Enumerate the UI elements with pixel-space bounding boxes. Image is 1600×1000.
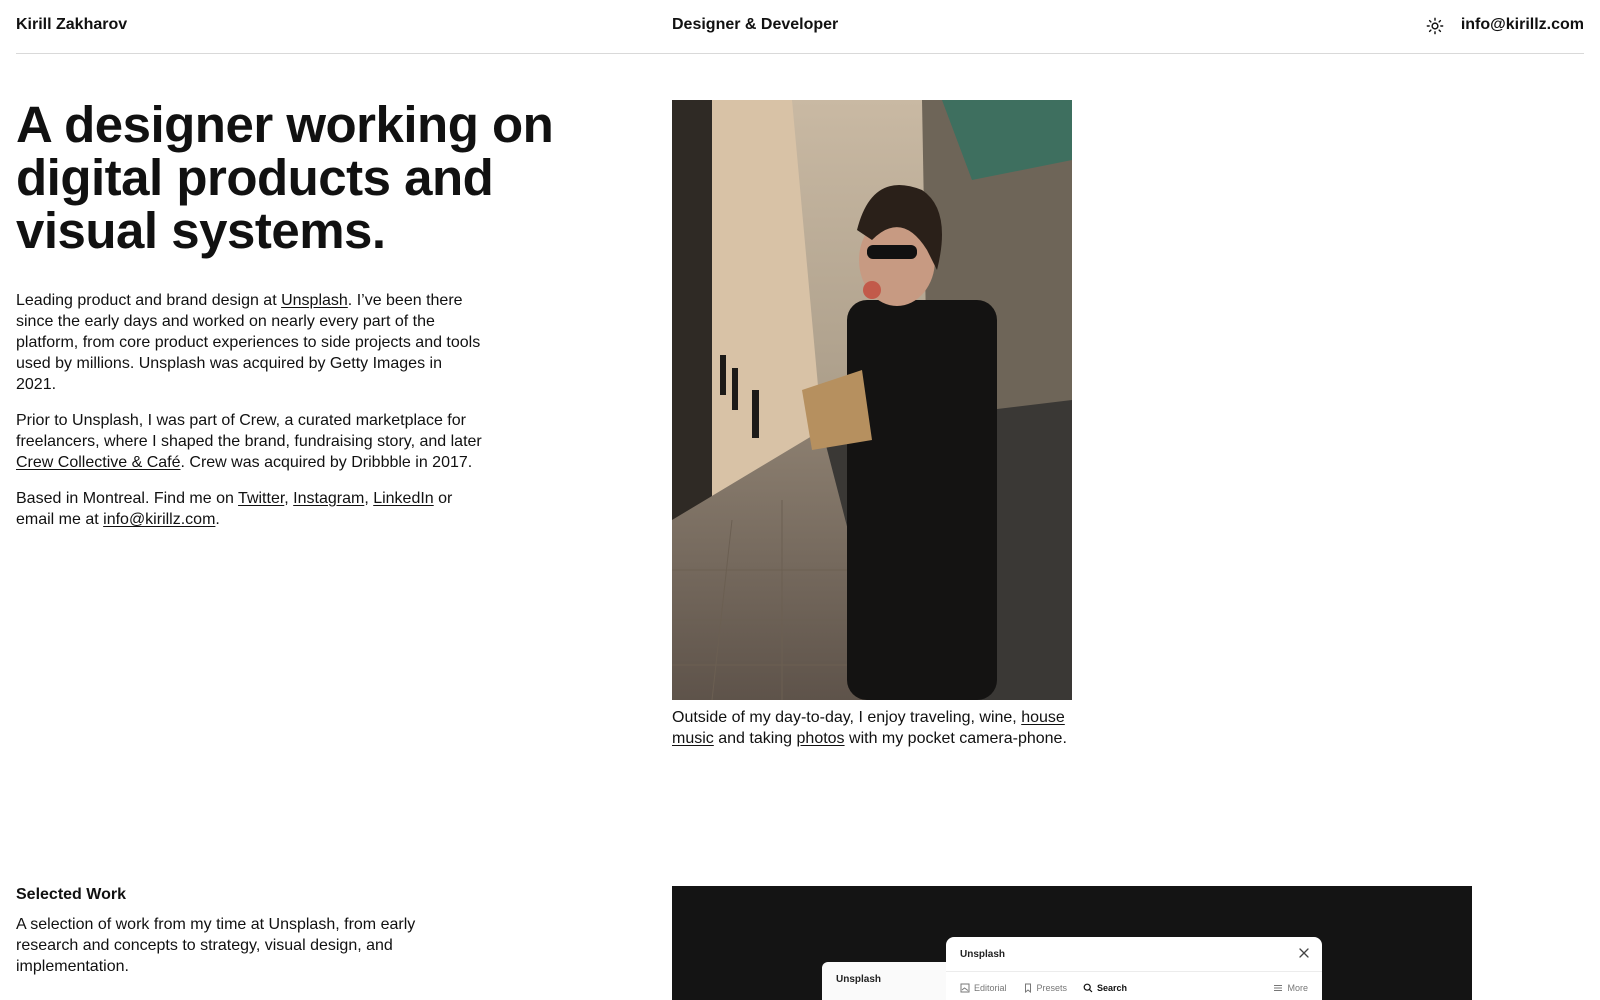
preview-tab-label: More [1287, 983, 1308, 993]
preview-tab-bar: Editorial Presets Search More [960, 983, 1308, 993]
caption-text: Outside of my day-to-day, I enjoy travel… [672, 709, 1022, 726]
bio-text: . Crew was acquired by Dribbble in 2017. [180, 454, 473, 471]
site-role: Designer & Developer [672, 16, 839, 33]
bio-paragraph-contact: Based in Montreal. Find me on Twitter, I… [16, 488, 484, 530]
preview-tab-label: Presets [1036, 983, 1068, 993]
portrait-photo [672, 100, 1072, 700]
preview-back-window-title: Unsplash [836, 974, 882, 985]
image-icon [960, 983, 970, 993]
preview-divider [946, 971, 1322, 972]
header-email-link[interactable]: info@kirillz.com [1461, 16, 1584, 34]
bio-paragraph-crew: Prior to Unsplash, I was part of Crew, a… [16, 410, 484, 473]
preview-tab-label: Search [1097, 983, 1128, 993]
sun-icon[interactable] [1426, 17, 1444, 35]
bio-text: , [364, 490, 374, 507]
site-owner-name[interactable]: Kirill Zakharov [16, 16, 127, 34]
close-icon [1299, 948, 1309, 958]
preview-tab-search: Search [1083, 983, 1127, 993]
preview-tab-editorial: Editorial [960, 983, 1007, 993]
twitter-link[interactable]: Twitter [238, 490, 284, 507]
bio-section: Leading product and brand design at Unsp… [16, 290, 484, 545]
unsplash-link[interactable]: Unsplash [281, 292, 348, 309]
photos-link[interactable]: photos [797, 730, 845, 747]
menu-icon [1274, 985, 1283, 991]
preview-front-window-title: Unsplash [960, 949, 1006, 960]
bio-email-link[interactable]: info@kirillz.com [103, 511, 215, 528]
caption-text: with my pocket camera-phone. [844, 730, 1067, 747]
preview-tab-more: More [1273, 983, 1308, 993]
selected-work-heading: Selected Work [16, 886, 126, 903]
bio-text: . [215, 511, 220, 528]
bio-text: , [284, 490, 294, 507]
page-headline: A designer working on digital products a… [16, 96, 554, 259]
search-icon [1083, 983, 1093, 993]
bio-paragraph-unsplash: Leading product and brand design at Unsp… [16, 290, 484, 395]
portrait-caption: Outside of my day-to-day, I enjoy travel… [672, 707, 1072, 749]
linkedin-link[interactable]: LinkedIn [373, 490, 434, 507]
bookmark-icon [1024, 983, 1031, 993]
instagram-link[interactable]: Instagram [293, 490, 364, 507]
site-header: Kirill Zakharov Designer & Developer inf… [16, 0, 1584, 54]
bio-text: Prior to Unsplash, I was part of Crew, a… [16, 412, 482, 450]
preview-front-window: Unsplash Editorial Presets Search More [946, 937, 1322, 1000]
preview-tab-presets: Presets [1023, 983, 1068, 993]
bio-text: Leading product and brand design at [16, 292, 282, 309]
selected-work-description: A selection of work from my time at Unsp… [16, 916, 416, 975]
work-preview-card[interactable]: Unsplash Unsplash Editorial Presets Sear… [672, 886, 1472, 1000]
preview-tab-label: Editorial [974, 983, 1007, 993]
bio-text: Based in Montreal. Find me on [16, 490, 239, 507]
crew-collective-link[interactable]: Crew Collective & Café [16, 454, 181, 471]
caption-text: and taking [713, 730, 797, 747]
